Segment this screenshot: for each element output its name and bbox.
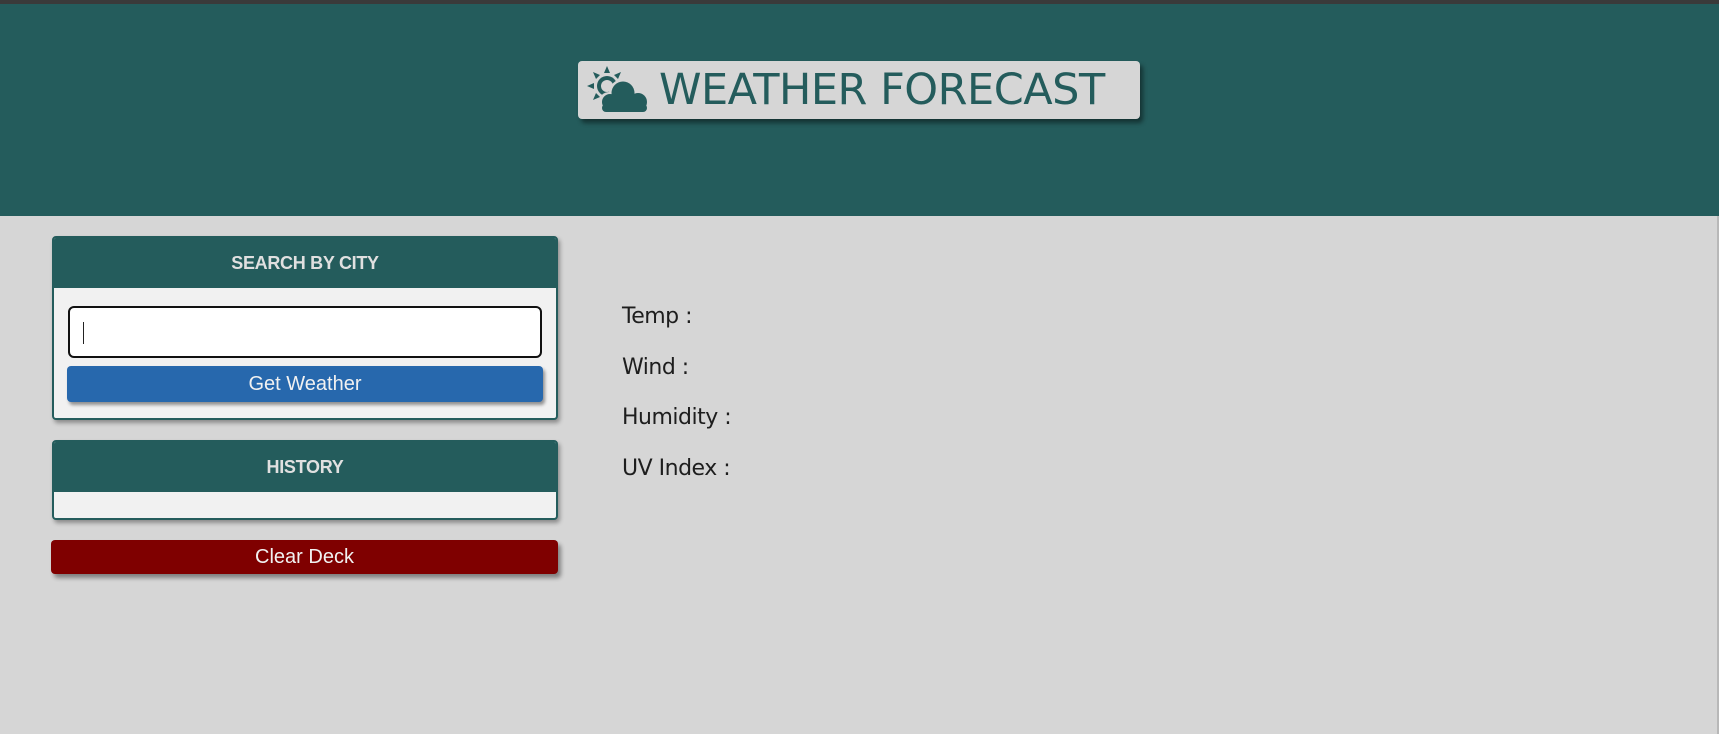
sun-behind-cloud-icon (587, 66, 650, 113)
city-search-input[interactable] (68, 306, 542, 358)
get-weather-button[interactable]: Get Weather (67, 366, 543, 402)
search-card: SEARCH BY CITY Get Weather (52, 236, 558, 420)
history-card: HISTORY (52, 440, 558, 520)
page-title: WEATHER FORECAST (659, 65, 1105, 115)
title-banner: WEATHER FORECAST (578, 61, 1140, 119)
humidity-label: Humidity : (622, 405, 732, 430)
uv-index-label: UV Index : (622, 455, 731, 481)
wind-label: Wind : (622, 354, 689, 380)
clear-deck-button[interactable]: Clear Deck (51, 540, 558, 574)
current-weather-panel: Temp : Wind : Humidity : UV Index : (622, 298, 732, 500)
history-card-heading: HISTORY (54, 442, 556, 492)
search-card-heading: SEARCH BY CITY (54, 238, 556, 288)
site-header: WEATHER FORECAST (0, 4, 1719, 216)
temp-label: Temp : (622, 304, 693, 329)
text-caret (83, 322, 84, 344)
